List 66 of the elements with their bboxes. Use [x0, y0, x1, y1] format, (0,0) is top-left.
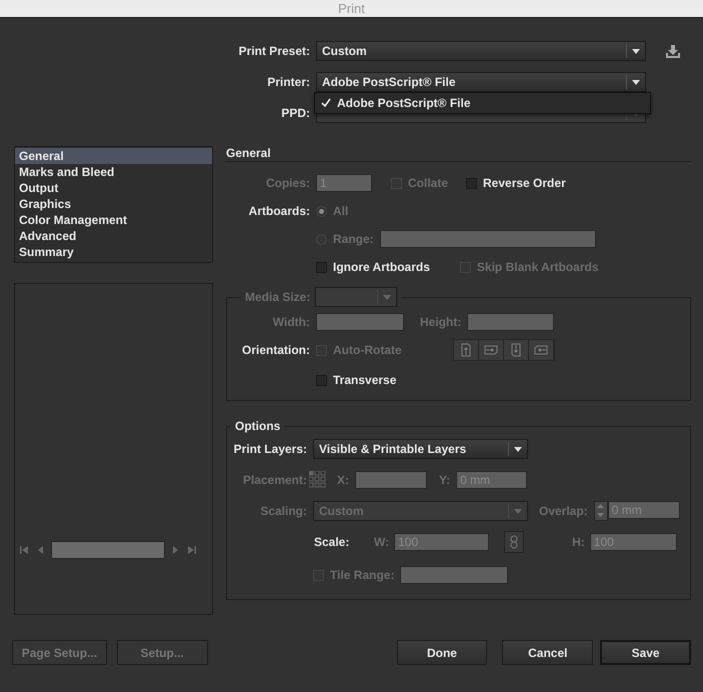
field-label: Overlap: — [539, 504, 588, 518]
tile-range-field[interactable] — [400, 566, 508, 584]
dialog-button[interactable]: Save — [600, 640, 691, 665]
link-button[interactable] — [504, 530, 524, 552]
first-page-icon[interactable] — [19, 545, 29, 555]
width-field[interactable] — [316, 312, 404, 330]
dialog-button[interactable]: Cancel — [502, 640, 594, 665]
radio-label: All — [333, 204, 348, 218]
checkbox[interactable] — [316, 262, 327, 272]
check-icon — [321, 98, 331, 108]
page-orientation-icon — [510, 343, 522, 357]
sidebar-item[interactable]: Graphics — [15, 196, 212, 212]
sidebar-item[interactable]: Summary — [15, 244, 212, 260]
field-label: Artboards: — [248, 204, 310, 218]
dialog-button[interactable]: Done — [396, 640, 488, 665]
checkbox-label: Ignore Artboards — [333, 260, 430, 274]
checkbox-label: Collate — [408, 176, 448, 190]
field-label: PPD: — [280, 106, 310, 120]
sidebar-item[interactable]: Advanced — [15, 228, 212, 244]
field-label: Scaling: — [259, 504, 307, 518]
field-label: W: — [374, 534, 390, 548]
field-label: X: — [337, 472, 349, 486]
field-label: Orientation: — [241, 343, 310, 357]
sidebar-item[interactable]: Output — [15, 180, 212, 196]
height-field[interactable] — [467, 312, 554, 330]
field-label: Copies: — [264, 176, 310, 190]
checkbox-label: Reverse Order — [483, 176, 566, 190]
group-label: Options — [235, 419, 280, 433]
window-title: Print — [338, 1, 365, 16]
last-page-icon[interactable] — [187, 545, 197, 555]
reference-point-icon[interactable] — [309, 470, 327, 488]
sidebar-item[interactable]: General — [15, 148, 212, 164]
download-icon[interactable] — [665, 44, 681, 58]
group-label: Media Size: — [245, 290, 310, 304]
field-label: Width: — [272, 314, 310, 328]
sidebar-item[interactable]: Marks and Bleed — [15, 164, 212, 180]
checkbox-label: Tile Range: — [330, 568, 394, 582]
field-label: H: — [572, 534, 585, 548]
checkbox[interactable] — [466, 178, 478, 188]
down-arrow-icon — [597, 513, 604, 517]
sidebar-item[interactable]: Color Management — [15, 212, 212, 228]
field-label: Placement: — [242, 472, 307, 486]
stepper[interactable] — [594, 500, 608, 520]
checkbox-label: Auto-Rotate — [333, 343, 402, 357]
checkbox-label: Transverse — [333, 373, 396, 387]
checkbox-label: Skip Blank Artboards — [476, 260, 598, 274]
x-field[interactable] — [355, 470, 427, 488]
field-label: Scale: — [314, 534, 350, 548]
field-label: Print Layers: — [232, 442, 307, 456]
print-layers-select[interactable]: Visible & Printable Layers — [313, 438, 528, 458]
section-heading: General — [226, 146, 271, 161]
chain-link-icon — [510, 534, 518, 548]
preset-select[interactable]: Custom — [316, 40, 646, 60]
page-field[interactable] — [51, 541, 165, 559]
page-orientation-icon — [534, 344, 548, 356]
page-orientation-icon — [460, 343, 472, 357]
page-orientation-icon — [484, 344, 498, 356]
radio-label: Range: — [333, 232, 374, 246]
field-label: Print Preset: — [238, 44, 310, 58]
field-label: Y: — [439, 472, 450, 486]
media-size-select[interactable] — [315, 287, 398, 307]
up-arrow-icon — [597, 504, 604, 508]
menu-item[interactable]: Adobe PostScript® File — [315, 92, 650, 112]
field-label: Height: — [420, 314, 462, 328]
field-label: Printer: — [266, 74, 310, 88]
range-field[interactable] — [380, 230, 596, 248]
